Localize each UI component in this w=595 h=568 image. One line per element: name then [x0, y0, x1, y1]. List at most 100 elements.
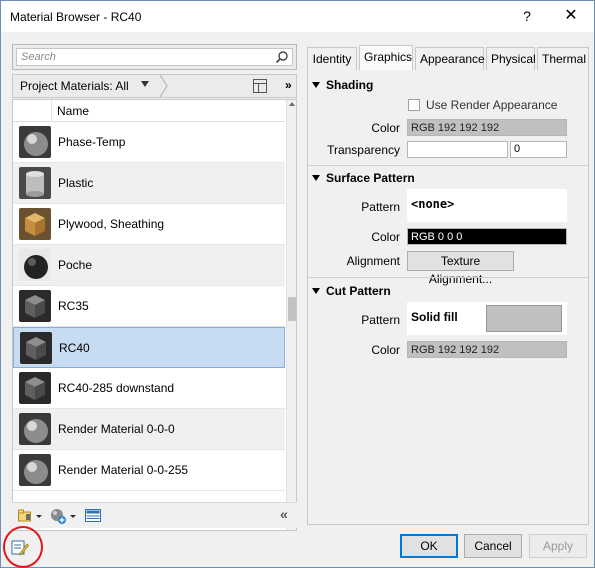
- graphics-tab-content: Shading Use Render Appearance Color RGB …: [307, 70, 589, 525]
- surface-color-swatch[interactable]: RGB 0 0 0: [407, 228, 567, 245]
- collapse-triangle-icon: [312, 288, 320, 294]
- material-row[interactable]: Poche: [13, 245, 285, 286]
- expand-panel-button[interactable]: »: [285, 78, 292, 92]
- manage-library-dropdown-icon[interactable]: [36, 515, 42, 518]
- material-thumbnail-icon: [19, 290, 51, 322]
- search-placeholder: Search: [21, 51, 56, 63]
- use-render-appearance-label: Use Render Appearance: [426, 98, 558, 112]
- material-thumbnail-icon: [19, 372, 51, 404]
- material-row[interactable]: Render Material 0-0-0: [13, 409, 285, 450]
- ok-button[interactable]: OK: [400, 534, 458, 558]
- material-row[interactable]: RC40-285 downstand: [13, 368, 285, 409]
- cancel-button[interactable]: Cancel: [464, 534, 522, 558]
- section-divider: [308, 165, 588, 166]
- cut-pattern-value: Solid fill: [411, 310, 458, 324]
- shading-section-header[interactable]: Shading: [312, 78, 373, 92]
- use-render-appearance-checkbox[interactable]: [408, 99, 420, 111]
- material-row[interactable]: Plywood, Sheathing: [13, 204, 285, 245]
- editor-tabs: Identity Graphics Appearance Physical Th…: [307, 45, 589, 71]
- material-row[interactable]: Phase-Temp: [13, 122, 285, 163]
- material-name: Poche: [58, 258, 93, 272]
- material-name: Phase-Temp: [58, 135, 126, 149]
- tab-graphics[interactable]: Graphics: [359, 45, 413, 71]
- material-row[interactable]: RC40: [13, 327, 285, 368]
- search-input[interactable]: Search: [16, 48, 293, 66]
- breadcrumb-separator-icon: [159, 75, 168, 97]
- collapse-triangle-icon: [312, 175, 320, 181]
- material-thumbnail-icon: [19, 208, 51, 240]
- material-thumbnail-icon: [19, 167, 51, 199]
- material-name: RC40-285 downstand: [58, 381, 175, 395]
- transparency-label: Transparency: [327, 143, 400, 157]
- filter-label: Project Materials: All: [20, 79, 129, 93]
- project-materials-filter[interactable]: Project Materials: All »: [12, 74, 297, 98]
- dropdown-arrow-icon[interactable]: [141, 81, 149, 87]
- manage-library-icon[interactable]: [18, 509, 32, 522]
- help-button[interactable]: ?: [517, 6, 537, 26]
- material-row[interactable]: RC35: [13, 286, 285, 327]
- surface-pattern-value: <none>: [411, 197, 455, 211]
- material-name: Render Material 0-0-255: [58, 463, 189, 477]
- create-material-icon[interactable]: [50, 508, 66, 524]
- cut-pattern-section-header[interactable]: Cut Pattern: [312, 284, 391, 298]
- list-scrollbar[interactable]: [286, 100, 296, 530]
- material-editor-panel: Identity Graphics Appearance Physical Th…: [307, 45, 589, 525]
- surface-pattern-label: Pattern: [361, 200, 400, 214]
- show-hide-library-icon[interactable]: [253, 79, 267, 93]
- tab-identity[interactable]: Identity: [307, 47, 357, 70]
- cut-pattern-label: Pattern: [361, 313, 400, 327]
- create-material-dropdown-icon[interactable]: [70, 515, 76, 518]
- material-browser-window: Material Browser - RC40 ? ✕ Search Proje…: [0, 0, 595, 568]
- shading-color-value: RGB 192 192 192: [411, 122, 500, 134]
- window-title: Material Browser - RC40: [10, 10, 142, 24]
- material-thumbnail-icon: [19, 249, 51, 281]
- material-thumbnail-icon: [19, 413, 51, 445]
- texture-alignment-button[interactable]: Texture Alignment...: [407, 251, 514, 286]
- cut-color-value: RGB 192 192 192: [411, 344, 500, 356]
- tab-appearance[interactable]: Appearance: [415, 47, 485, 70]
- shading-color-label: Color: [371, 121, 400, 135]
- collapse-panel-button[interactable]: «: [280, 506, 288, 522]
- cut-color-swatch[interactable]: RGB 192 192 192: [407, 341, 567, 358]
- material-rows: Phase-Temp Plastic Plywood, Sheathing Poche…: [13, 122, 285, 491]
- highlight-annotation-circle: [3, 526, 43, 568]
- scroll-up-icon[interactable]: [289, 102, 295, 106]
- material-row[interactable]: Render Material 0-0-255: [13, 450, 285, 491]
- material-library-panel: Search Project Materials: All » Name Pha…: [9, 41, 300, 531]
- apply-button[interactable]: Apply: [529, 534, 587, 558]
- tab-physical[interactable]: Physical: [486, 47, 536, 70]
- header-divider: [51, 100, 52, 122]
- material-name: Render Material 0-0-0: [58, 422, 175, 436]
- tab-thermal[interactable]: Thermal: [537, 47, 589, 70]
- title-bar: Material Browser - RC40 ? ✕: [1, 1, 594, 32]
- cut-pattern-header-text: Cut Pattern: [326, 284, 391, 298]
- material-name: Plywood, Sheathing: [58, 217, 165, 231]
- material-thumbnail-icon: [19, 126, 51, 158]
- material-thumbnail-icon: [20, 332, 52, 364]
- asset-browser-icon[interactable]: [85, 509, 101, 522]
- collapse-triangle-icon: [312, 82, 320, 88]
- material-name: Plastic: [58, 176, 94, 190]
- close-button[interactable]: ✕: [561, 6, 581, 26]
- cut-pattern-field[interactable]: Solid fill: [407, 302, 567, 335]
- shading-header-text: Shading: [326, 78, 374, 92]
- surface-pattern-header-text: Surface Pattern: [326, 171, 415, 185]
- section-divider: [308, 277, 588, 278]
- transparency-value: 0: [514, 143, 521, 155]
- scroll-thumb[interactable]: [288, 297, 296, 321]
- materials-list: Name Phase-Temp Plastic Plywood, Sheathing…: [12, 99, 297, 531]
- surface-pattern-section-header[interactable]: Surface Pattern: [312, 171, 415, 185]
- name-column-header[interactable]: Name: [57, 104, 89, 118]
- cut-pattern-swatch: [486, 305, 562, 332]
- material-name: RC40: [59, 341, 90, 355]
- search-icon[interactable]: [275, 50, 289, 64]
- transparency-slider[interactable]: [407, 141, 508, 158]
- material-thumbnail-icon: [19, 454, 51, 486]
- transparency-value-field[interactable]: 0: [510, 141, 567, 158]
- surface-color-value: RGB 0 0 0: [411, 231, 463, 243]
- alignment-label: Alignment: [346, 254, 400, 268]
- material-name: RC35: [58, 299, 89, 313]
- surface-pattern-field[interactable]: <none>: [407, 189, 567, 222]
- material-row[interactable]: Plastic: [13, 163, 285, 204]
- shading-color-swatch[interactable]: RGB 192 192 192: [407, 119, 567, 136]
